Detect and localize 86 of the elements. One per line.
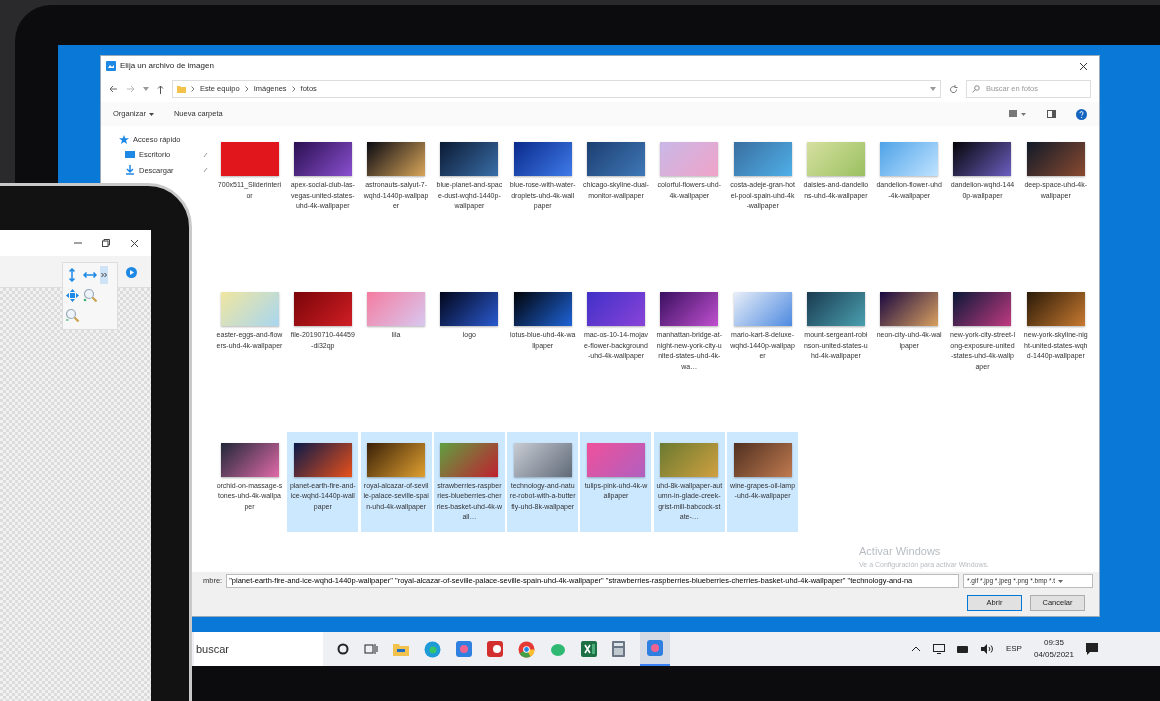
thumbnail-placeholder [733,292,792,327]
up-arrow-icon[interactable] [157,84,164,94]
thumbnail-placeholder [293,142,352,176]
thumbnail-placeholder [806,142,865,176]
caret-icon[interactable] [143,87,149,91]
caret-icon [148,112,154,116]
calculator-icon[interactable] [612,641,625,657]
thumbnail-placeholder [587,142,645,176]
double-chevron-icon[interactable] [100,266,108,284]
clock-time: 09:35 [1043,637,1064,649]
window-title: Elija un archivo de imagen [120,60,214,72]
clock-date: 04/05/2021 [1033,649,1074,661]
picture-icon [106,61,116,71]
chevron-right-icon [291,86,296,92]
zoom-out-icon[interactable] [64,307,80,323]
thumbnail-placeholder [440,142,499,176]
thumbnail-placeholder [220,142,279,176]
download-arrow-icon [125,165,135,176]
vertical-arrow-icon[interactable] [69,268,75,282]
chevron-right-icon [191,86,195,92]
thumbnail-placeholder [660,442,719,477]
star-icon [119,134,129,145]
language-indicator[interactable]: ESP [1005,643,1022,655]
browser-icon[interactable] [424,640,441,658]
circle-icon[interactable] [337,643,349,655]
zoom-in-icon[interactable] [82,287,98,303]
thumbnail-placeholder [806,292,865,327]
thumbnail-placeholder [880,142,939,176]
thumbnail-placeholder [293,292,352,327]
thumbnail-placeholder [367,292,426,327]
caret-icon[interactable] [930,87,936,91]
thumbnail-placeholder [440,292,499,327]
restore-icon[interactable] [102,239,110,247]
thumbnail-placeholder [660,292,719,327]
thumbnail-placeholder [953,292,1012,327]
thumbnail-placeholder [513,292,572,327]
thumbnail-placeholder [367,442,426,477]
pin-icon [203,151,208,158]
move-icon[interactable] [65,288,79,302]
chevron-right-icon [244,86,249,92]
thumbnail-placeholder [293,442,352,477]
app-icon[interactable] [487,641,503,657]
active-app-icon[interactable] [640,632,670,666]
spreadsheet-icon[interactable] [581,641,597,657]
speaker-icon[interactable] [980,644,994,654]
help-icon[interactable] [1076,108,1087,120]
thumbnail-placeholder [880,292,939,327]
pin-icon [203,167,208,174]
thumbnail-placeholder [733,442,792,477]
thumbnail-placeholder [513,442,572,477]
thumbnail-placeholder [220,292,279,327]
monitor-icon[interactable] [932,644,945,654]
folder-icon[interactable] [393,642,409,656]
thumbnail-placeholder [953,142,1012,176]
play-circle-icon[interactable] [126,267,137,278]
thumbnail-placeholder [1026,292,1085,327]
thumbnail-placeholder [220,442,279,477]
thumbnail-placeholder [733,142,792,176]
thumbnail-placeholder [660,142,719,176]
minimize-icon[interactable] [74,239,82,247]
horizontal-arrow-icon[interactable] [83,272,97,278]
thumbnail-placeholder [587,442,645,477]
close-icon[interactable] [130,238,139,248]
search-icon [972,85,980,93]
activation-notice-title: Activar Windows [859,544,942,559]
app-icon[interactable] [550,641,566,657]
thumbnail-placeholder [1026,142,1085,176]
notification-icon[interactable] [1086,643,1098,655]
refresh-icon[interactable] [949,84,958,94]
chrome-icon[interactable] [518,640,535,658]
clock[interactable]: 09:35 04/05/2021 [1033,637,1074,661]
task-view-icon[interactable] [364,643,378,655]
view-options-icon[interactable] [1009,110,1027,118]
preview-pane-icon[interactable] [1047,110,1056,118]
taskbar-search-field[interactable]: buscar [194,632,323,666]
caret-icon [1058,579,1064,583]
thumbnail-placeholder [367,142,426,176]
chevron-up-icon[interactable] [910,646,921,652]
thumbnail-placeholder [440,442,499,477]
desktop-icon [125,149,135,160]
thumbnail-placeholder [513,142,572,176]
battery-icon[interactable] [956,645,969,653]
thumbnail-placeholder [587,292,645,327]
folder-icon [177,85,186,93]
close-icon[interactable] [1079,61,1088,71]
back-arrow-icon[interactable] [109,85,118,93]
